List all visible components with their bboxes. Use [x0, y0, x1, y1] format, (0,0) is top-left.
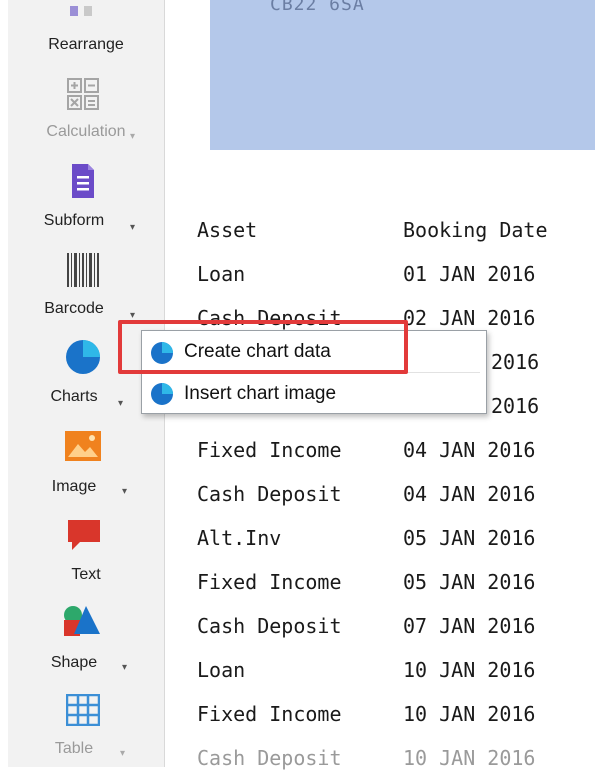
- table-row-asset: Alt.Inv: [197, 526, 282, 550]
- calculation-button[interactable]: Calculation ▾: [8, 75, 164, 150]
- image-icon: [65, 431, 101, 461]
- table-row-asset: Cash Deposit: [197, 482, 342, 506]
- table-button[interactable]: Table ▾: [8, 690, 164, 767]
- shape-label: Shape: [50, 654, 98, 671]
- header-asset: Asset: [197, 218, 258, 242]
- address-block: CB22 6SA: [210, 0, 595, 150]
- table-row-asset: Loan: [197, 262, 246, 286]
- calculation-icon: [67, 78, 99, 110]
- table-row-date: 10 JAN 2016: [403, 746, 536, 770]
- charts-icon: [66, 340, 100, 374]
- text-icon: [68, 520, 100, 550]
- charts-label: Charts: [50, 388, 98, 405]
- rearrange-label: Rearrange: [48, 36, 124, 53]
- text-button[interactable]: Text: [8, 516, 164, 591]
- chevron-down-icon[interactable]: ▾: [130, 222, 135, 233]
- text-label: Text: [71, 566, 101, 583]
- table-row-asset: Fixed Income: [197, 702, 342, 726]
- calculation-label: Calculation: [46, 123, 126, 140]
- table-row-asset: Fixed Income: [197, 438, 342, 462]
- menu-item-label: Insert chart image: [184, 383, 337, 404]
- chevron-down-icon[interactable]: ▾: [120, 748, 125, 759]
- table-row-date: 10 JAN 2016: [403, 702, 536, 726]
- shape-icon: [64, 606, 100, 636]
- table-row-asset: Cash Deposit: [197, 614, 342, 638]
- table-row-date: 2016: [491, 350, 540, 374]
- table-row-asset: Fixed Income: [197, 570, 342, 594]
- table-row-date: 05 JAN 2016: [403, 570, 536, 594]
- shape-button[interactable]: Shape ▾: [8, 604, 164, 679]
- table-row-date: 02 JAN 2016: [403, 306, 536, 330]
- image-label: Image: [51, 478, 97, 495]
- table-icon: [66, 694, 100, 726]
- barcode-button[interactable]: Barcode ▾: [8, 250, 164, 330]
- chevron-down-icon: ▾: [130, 131, 136, 142]
- header-booking-date: Booking Date: [403, 218, 548, 242]
- table-row-date: 07 JAN 2016: [403, 614, 536, 638]
- image-button[interactable]: Image ▾: [8, 428, 164, 508]
- table-row-date: 04 JAN 2016: [403, 482, 536, 506]
- subform-button[interactable]: Subform ▾: [8, 160, 164, 240]
- highlight-annotation: [118, 320, 408, 374]
- table-row-date: 10 JAN 2016: [403, 658, 536, 682]
- table-label: Table: [54, 740, 94, 757]
- table-row-date: 2016: [491, 394, 540, 418]
- pie-chart-icon: [151, 383, 173, 405]
- rearrange-button[interactable]: Rearrange: [8, 0, 164, 60]
- postcode-text: CB22 6SA: [270, 0, 365, 15]
- table-row-date: 05 JAN 2016: [403, 526, 536, 550]
- subform-icon: [72, 164, 94, 198]
- table-row-asset: Loan: [197, 658, 246, 682]
- table-row-date: 04 JAN 2016: [403, 438, 536, 462]
- barcode-icon: [67, 253, 99, 287]
- table-row-asset: Cash Deposit: [197, 746, 342, 770]
- chevron-down-icon[interactable]: ▾: [122, 662, 127, 673]
- table-row-date: 01 JAN 2016: [403, 262, 536, 286]
- rearrange-icon: [70, 6, 92, 16]
- chevron-down-icon[interactable]: ▾: [122, 486, 127, 497]
- menu-item-insert-chart-image[interactable]: Insert chart image: [142, 375, 486, 413]
- chevron-down-icon[interactable]: ▾: [118, 398, 123, 409]
